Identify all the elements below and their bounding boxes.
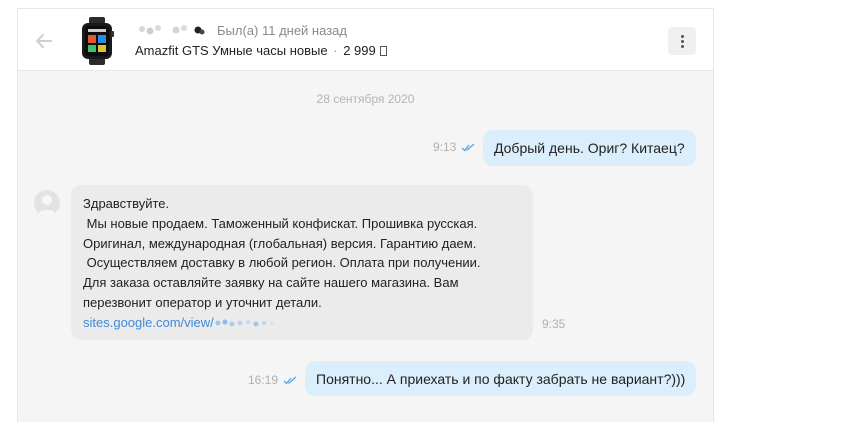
message-line: Мы новые продаем. Таможенный конфискат. … (83, 215, 478, 231)
message-line: Для заказа оставляйте заявку на сайте на… (83, 275, 459, 291)
avatar[interactable] (34, 190, 60, 216)
message-meta: 9:13 (433, 140, 475, 154)
more-options-button[interactable] (668, 27, 696, 55)
separator-dot: · (333, 43, 338, 58)
chat-panel: Был(а) 11 дней назад Amazfit GTS Умные ч… (17, 8, 714, 422)
message-bubble-outgoing[interactable]: Добрый день. Ориг? Китаец? (483, 130, 696, 166)
more-vertical-icon (680, 34, 684, 38)
message-bubble-outgoing[interactable]: Понятно... А приехать и по факту забрать… (305, 361, 697, 396)
more-vertical-icon-dot-3 (680, 44, 684, 48)
double-check-icon (283, 376, 297, 384)
double-check-icon (461, 143, 475, 151)
smartwatch-image (82, 17, 114, 65)
seller-name-redacted (136, 23, 206, 37)
message-line: Оригинал, международная (глобальная) вер… (83, 235, 477, 251)
message-time: 9:13 (433, 140, 457, 154)
listing-link[interactable]: Amazfit GTS Умные часы новые · 2 999 (135, 42, 387, 59)
message-line: Здравствуйте. (83, 196, 170, 211)
message-line: Осуществляем доставку в любой регион. Оп… (83, 255, 481, 271)
page: Был(а) 11 дней назад Amazfit GTS Умные ч… (0, 0, 854, 422)
message-link-text: sites.google.com/view/ (83, 314, 214, 330)
user-avatar-icon (37, 195, 57, 216)
arrow-left-icon (36, 34, 52, 48)
message-line: перезвонит оператор и уточнит детали. (83, 294, 322, 310)
redacted-url-blur (215, 319, 274, 327)
message-meta: 16:19 (248, 373, 297, 387)
message-text: Добрый день. Ориг? Китаец? (494, 140, 685, 156)
redacted-name-blur (139, 25, 205, 35)
message-time: 16:19 (248, 373, 279, 387)
message-time: 9:35 (542, 317, 566, 331)
message-link[interactable]: sites.google.com/view/ (83, 313, 521, 333)
back-button[interactable] (32, 29, 56, 53)
ruble-icon (379, 46, 387, 56)
listing-price: 2 999 (343, 43, 376, 58)
last-seen-status: Был(а) 11 дней назад (217, 23, 347, 38)
product-thumbnail[interactable] (78, 17, 116, 65)
message-text: Понятно... А приехать и по факту забрать… (316, 370, 686, 387)
listing-title: Amazfit GTS Умные часы новые (135, 43, 328, 58)
message-bubble-incoming[interactable]: Здравствуйте. Мы новые продаем. Таможенн… (71, 185, 533, 340)
date-separator: 28 сентября 2020 (316, 92, 415, 106)
chat-header: Был(а) 11 дней назад Amazfit GTS Умные ч… (18, 9, 713, 71)
more-vertical-icon-dot-2 (680, 39, 684, 43)
